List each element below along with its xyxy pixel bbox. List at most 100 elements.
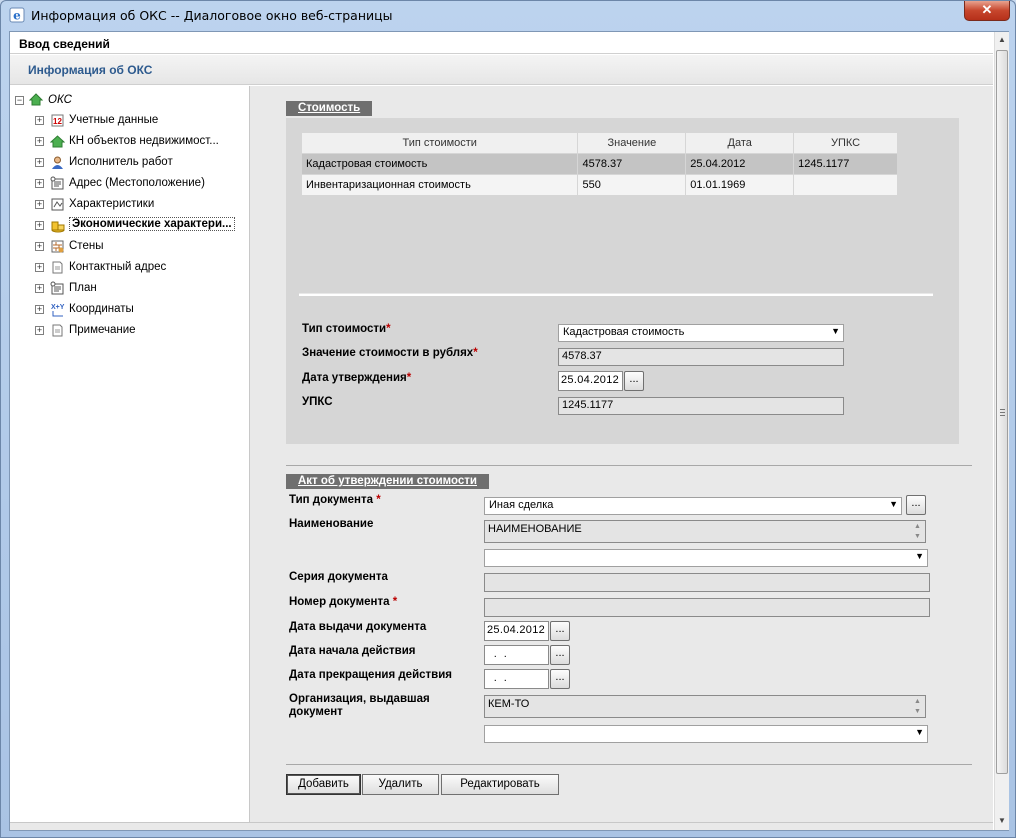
svg-text:e: e [13,9,21,23]
coordinates-icon: X+Y [51,304,65,317]
cost-type-value: Кадастровая стоимость [563,326,685,338]
house-icon [29,93,43,106]
chevron-down-icon: ▼ [915,551,924,561]
name-textarea[interactable]: НАИМЕНОВАНИЕ ▲ ▼ [484,520,926,543]
expand-icon[interactable]: + [35,221,44,230]
column-header[interactable]: Значение [577,132,687,154]
end-date-picker-button[interactable]: ... [550,669,570,689]
cost-panel: Тип стоимости Значение Дата УПКС Кадастр… [286,118,959,444]
table-cell: 25.04.2012 [685,153,795,175]
end-date-input[interactable]: . . [484,669,549,689]
expand-icon[interactable]: + [35,137,44,146]
divider [299,293,933,296]
note-icon [52,324,63,337]
series-input[interactable] [484,573,930,592]
wall-icon [51,240,64,253]
chevron-down-icon: ▼ [831,326,840,336]
expand-icon[interactable]: + [35,326,44,335]
tree-item-label: Примечание [69,324,136,336]
approval-date-picker-button[interactable]: ... [624,371,644,391]
expand-icon[interactable]: + [35,263,44,272]
expand-icon[interactable]: + [35,158,44,167]
scroll-up-icon[interactable]: ▲ [911,697,924,706]
approval-date-label: Дата утверждения* [302,372,412,384]
series-label: Серия документа [289,571,388,583]
cost-value-input[interactable]: 4578.37 [558,348,844,366]
collapse-icon[interactable]: − [15,96,24,105]
table-row[interactable]: Кадастровая стоимость 4578.37 25.04.2012… [300,153,898,175]
column-header[interactable]: УПКС [793,132,898,154]
doc-type-select[interactable]: Иная сделка ▼ [484,497,902,515]
name-value: НАИМЕНОВАНИЕ [488,523,582,535]
scroll-down-icon[interactable]: ▼ [911,532,924,541]
tree-item-label: Исполнитель работ [69,156,173,168]
tree-item-label: Координаты [69,303,134,315]
tree-item-label: КН объектов недвижимост... [69,135,219,147]
chevron-down-icon: ▼ [889,499,898,509]
scroll-up-icon[interactable]: ▲ [997,35,1007,45]
tree-item-label: Экономические характери... [69,217,235,231]
tree-item-label: Характеристики [69,198,155,210]
upks-label: УПКС [302,396,333,408]
tab-approval-act[interactable]: Акт об утверждении стоимости [286,474,489,489]
tree-item-label: Контактный адрес [69,261,167,273]
issue-date-picker-button[interactable]: ... [550,621,570,641]
characteristics-icon [51,198,64,211]
tab-cost[interactable]: Стоимость [286,101,373,116]
approval-date-input[interactable]: 25.04.2012 [558,371,623,391]
expand-icon[interactable]: + [35,305,44,314]
number-input[interactable] [484,598,930,617]
person-icon [52,156,63,169]
expand-icon[interactable]: + [35,200,44,209]
ie-icon: e [9,7,25,23]
issue-date-label: Дата выдачи документа [289,621,427,633]
start-date-input[interactable]: . . [484,645,549,665]
cost-value-label: Значение стоимости в рублях* [302,347,478,359]
upks-input[interactable]: 1245.1177 [558,397,844,415]
house-icon [50,135,65,148]
name-select[interactable]: ▼ [484,549,928,567]
scroll-up-icon[interactable]: ▲ [911,522,924,531]
vertical-scrollbar[interactable]: ▲ ▼ [994,32,1009,830]
chevron-down-icon: ▼ [915,727,924,737]
doc-type-label: Тип документа * [289,494,381,506]
scrollbar-thumb[interactable] [996,50,1008,774]
org-textarea[interactable]: КЕМ-ТО ▲ ▼ [484,695,926,718]
address-icon [50,176,64,190]
document-icon [52,261,63,274]
header-bar: Ввод сведений [10,32,993,54]
expand-icon[interactable]: + [35,242,44,251]
dialog-client: Ввод сведений Информация об ОКС − ОКС +1… [9,31,1009,831]
plan-icon [50,281,64,295]
cost-table: Тип стоимости Значение Дата УПКС Кадастр… [300,132,898,196]
column-header[interactable]: Дата [685,132,795,154]
content-area: − ОКС +12 Учетные данные + КН объектов недв… [10,86,993,822]
scroll-down-icon[interactable]: ▼ [911,707,924,716]
table-row[interactable]: Инвентаризационная стоимость 550 01.01.1… [300,174,898,196]
tree-item-label: Стены [69,240,104,252]
navigation-tree: − ОКС +12 Учетные данные + КН объектов недв… [10,86,250,822]
start-date-picker-button[interactable]: ... [550,645,570,665]
table-cell: 550 [577,174,687,196]
issue-date-input[interactable]: 25.04.2012 [484,621,549,641]
delete-button[interactable]: Удалить [362,774,439,795]
doc-type-value: Иная сделка [489,499,554,511]
edit-button[interactable]: Редактировать [441,774,559,795]
add-button[interactable]: Добавить [286,774,361,795]
doc-type-lookup-button[interactable]: ... [906,495,926,515]
expand-icon[interactable]: + [35,179,44,188]
expand-icon[interactable]: + [35,116,44,125]
accounting-icon: 12 [51,114,64,127]
status-strip [10,822,993,830]
tree-root-label: ОКС [48,94,72,106]
table-cell: 01.01.1969 [685,174,795,196]
org-select[interactable]: ▼ [484,725,928,743]
cost-type-select[interactable]: Кадастровая стоимость ▼ [558,324,844,342]
close-button[interactable]: ✕ [964,1,1010,21]
column-header[interactable]: Тип стоимости [300,132,579,154]
scroll-down-icon[interactable]: ▼ [997,816,1007,826]
expand-icon[interactable]: + [35,284,44,293]
buttons-divider [286,764,972,765]
number-label: Номер документа * [289,596,398,608]
grip-icon [1000,409,1005,416]
